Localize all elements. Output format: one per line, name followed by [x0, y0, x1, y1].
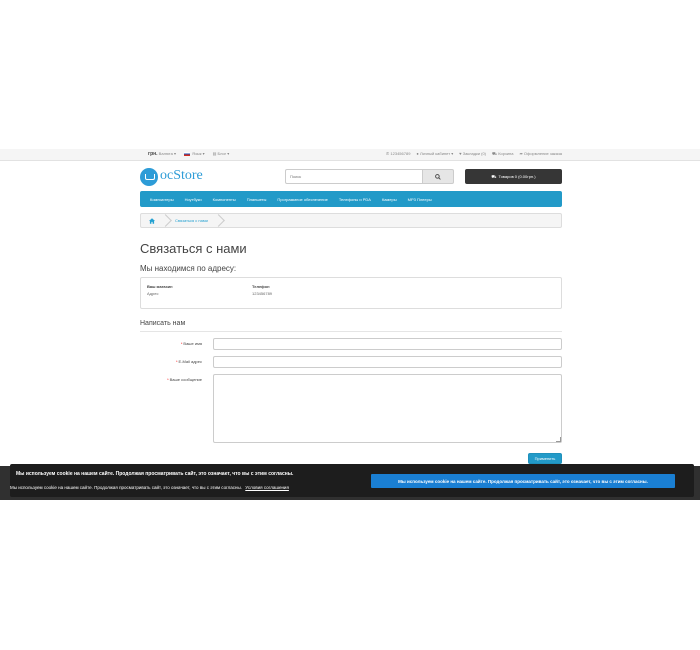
address-heading: Мы находимся по адресу:	[140, 264, 237, 273]
breadcrumb: Связаться с нами	[140, 213, 562, 228]
store-phone-column: Телефон 123456789	[252, 284, 272, 296]
menu-item-tablets[interactable]: Планшеты	[247, 197, 267, 202]
heart-icon: ♥	[459, 151, 462, 156]
top-bar-right: ✆ 123456789 ● Личный кабинет ▾ ♥ Закладк…	[386, 151, 562, 157]
policy-link[interactable]: Условия соглашения	[245, 485, 289, 490]
name-label: *Ваше имя	[132, 341, 202, 346]
email-input[interactable]	[213, 356, 562, 368]
store-address: Адрес	[147, 291, 159, 296]
checkout-link[interactable]: ➦ Оформление заказа	[519, 151, 562, 157]
language-label: Язык	[192, 151, 202, 156]
breadcrumb-separator	[214, 213, 222, 228]
book-icon: ▤	[212, 151, 217, 156]
account-dropdown[interactable]: ● Личный кабинет ▾	[416, 151, 453, 157]
wishlist-label: Закладки (0)	[462, 151, 487, 156]
main-menu: Компьютеры Ноутбуки Компоненты Планшеты …	[140, 191, 562, 207]
phone-link[interactable]: ✆ 123456789	[386, 151, 411, 157]
currency-label: Валюта	[158, 151, 173, 156]
cart-link[interactable]: ⛟ Корзина	[492, 151, 513, 157]
name-label-text: Ваше имя	[183, 341, 202, 346]
shopping-cart-icon: ⛟	[492, 151, 498, 156]
logo-text: ocStore	[160, 168, 203, 183]
shopping-cart-icon: ⛟	[491, 173, 497, 179]
store-phone: 123456789	[252, 291, 273, 296]
chevron-down-icon: ▾	[202, 151, 205, 156]
chevron-down-icon: ▾	[451, 151, 454, 156]
cart-label: Корзина	[498, 151, 514, 156]
store-phone-label: Телефон	[252, 284, 270, 289]
menu-item-software[interactable]: Программное обеспечение	[277, 197, 327, 202]
cookie-banner: Мы используем cookie на нашем сайте. Про…	[10, 464, 694, 497]
site-logo[interactable]: ocStore	[140, 167, 210, 187]
store-name-label: Ваш магазин	[147, 284, 173, 289]
blog-dropdown[interactable]: ▤ Блог ▾	[213, 151, 230, 157]
store-info-panel: Ваш магазин Адрес Телефон 123456789	[140, 277, 562, 309]
menu-item-cameras[interactable]: Камеры	[382, 197, 397, 202]
resize-handle-icon[interactable]	[556, 437, 561, 442]
cart-button-label: Товаров 0 (0.00грн.)	[498, 174, 536, 179]
cookie-message: Мы используем cookie на нашем сайте. Про…	[16, 471, 294, 477]
phone-icon: ✆	[385, 151, 390, 156]
menu-item-laptops[interactable]: Ноутбуки	[185, 197, 202, 202]
user-icon: ●	[416, 151, 419, 156]
email-label-text: E-Mail адрес	[178, 359, 202, 364]
message-label-text: Ваше сообщение	[169, 377, 202, 382]
cookie-small-notice: Мы используем cookie на нашем сайте. Про…	[10, 485, 289, 490]
currency-symbol: грн.	[148, 151, 158, 157]
currency-dropdown[interactable]: грн. Валюта ▾	[148, 151, 176, 157]
menu-item-mp3[interactable]: MP3 Плееры	[408, 197, 432, 202]
cookie-small-message: Мы используем cookie на нашем сайте. Про…	[10, 485, 243, 490]
search-bar	[285, 169, 454, 184]
cart-button[interactable]: ⛟ Товаров 0 (0.00грн.)	[465, 169, 562, 184]
menu-item-phones[interactable]: Телефоны и PDA	[339, 197, 371, 202]
search-icon	[435, 173, 441, 180]
search-button[interactable]	[423, 169, 454, 184]
message-textarea[interactable]	[213, 374, 562, 443]
name-input[interactable]	[213, 338, 562, 350]
menu-item-components[interactable]: Компоненты	[213, 197, 236, 202]
breadcrumb-separator	[161, 213, 169, 228]
share-icon: ➦	[519, 151, 523, 156]
chevron-down-icon: ▾	[173, 151, 176, 156]
checkout-label: Оформление заказа	[523, 151, 562, 156]
top-bar: грн. Валюта ▾ Язык ▾ ▤ Блог ▾ ✆ 12345678…	[0, 149, 700, 161]
chevron-down-icon: ▾	[227, 151, 230, 156]
message-label: *Ваше сообщение	[132, 377, 202, 382]
phone-number: 123456789	[390, 151, 411, 156]
logo-cart-icon	[140, 168, 158, 186]
form-legend: Написать нам	[140, 320, 562, 332]
top-bar-left: грн. Валюта ▾ Язык ▾ ▤ Блог ▾	[148, 151, 229, 157]
email-label: *E-Mail адрес	[132, 359, 202, 364]
account-label: Личный кабинет	[419, 151, 451, 156]
blog-label: Блог	[217, 151, 227, 156]
language-dropdown[interactable]: Язык ▾	[183, 151, 205, 157]
search-input[interactable]	[285, 169, 423, 184]
home-icon[interactable]	[149, 217, 155, 224]
store-name-column: Ваш магазин Адрес	[147, 284, 173, 296]
wishlist-link[interactable]: ♥ Закладки (0)	[459, 151, 486, 157]
russian-flag-icon	[183, 151, 190, 156]
breadcrumb-current[interactable]: Связаться с нами	[175, 218, 208, 223]
submit-button[interactable]: Применить	[528, 453, 562, 464]
page-title: Связаться с нами	[140, 241, 247, 256]
required-asterisk: *	[167, 377, 169, 382]
required-asterisk: *	[175, 359, 178, 364]
menu-item-computers[interactable]: Компьютеры	[150, 197, 174, 202]
cookie-accept-button[interactable]: Мы используем cookie на нашем сайте. Про…	[371, 474, 675, 488]
